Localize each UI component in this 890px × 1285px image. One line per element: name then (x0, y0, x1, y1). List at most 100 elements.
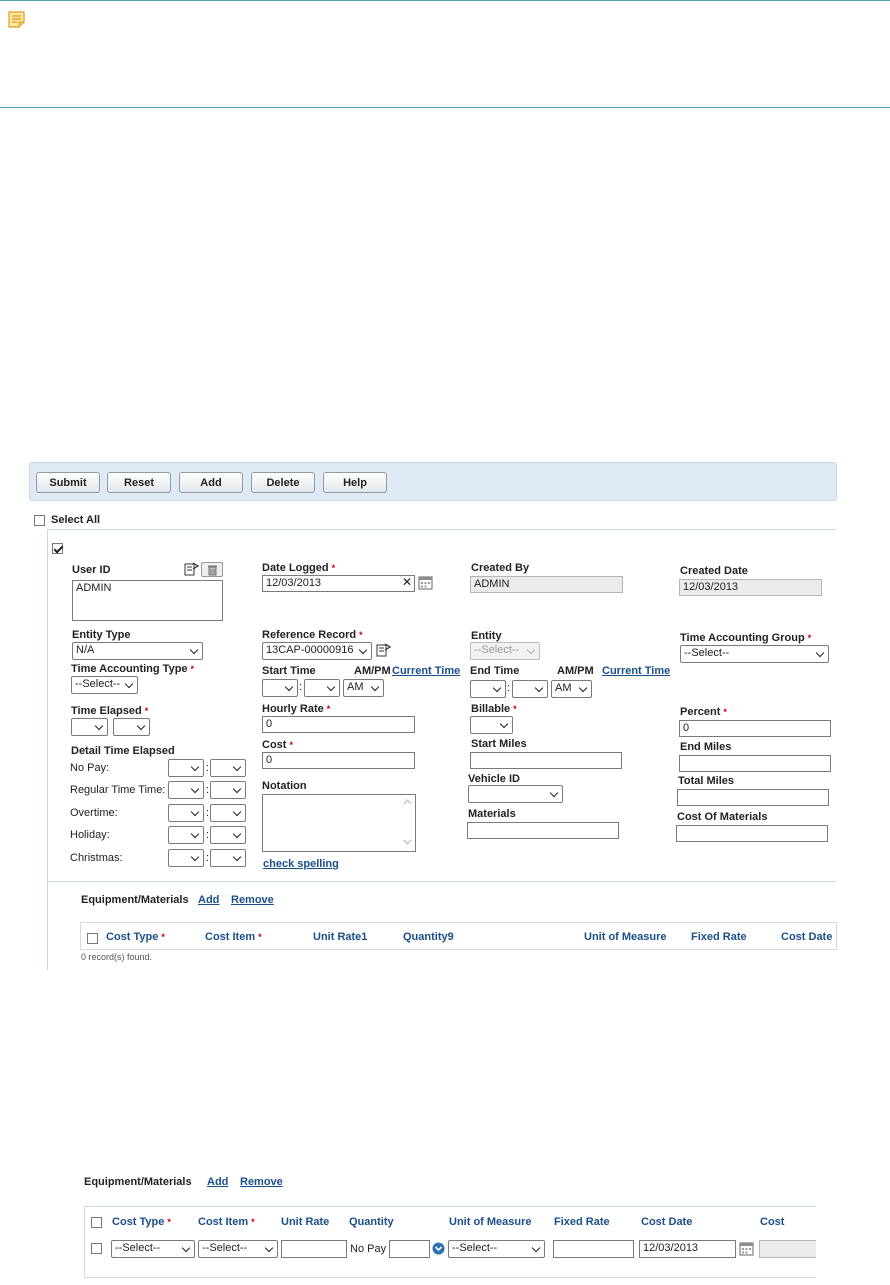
total-miles-input[interactable] (677, 789, 829, 806)
clear-date-icon[interactable]: ✕ (402, 575, 412, 589)
column-header-fixed-rate[interactable]: Fixed Rate (691, 931, 747, 943)
end-current-time-link[interactable]: Current Time (602, 665, 670, 677)
help-button[interactable]: Help (323, 472, 387, 493)
textarea-scrollbar[interactable] (403, 798, 412, 848)
billable-select[interactable] (470, 716, 513, 734)
end-minute-select[interactable] (512, 680, 548, 698)
time-separator: : (206, 807, 210, 819)
holiday-minutes-select[interactable] (210, 826, 246, 844)
overtime-minutes-select[interactable] (210, 804, 246, 822)
column-header-unit-of-measure-2[interactable]: Unit of Measure (449, 1216, 532, 1228)
column-header-cost-date-2[interactable]: Cost Date (641, 1216, 692, 1228)
column-header-quantity[interactable]: Quantity9 (403, 931, 454, 943)
row-checkbox[interactable] (91, 1243, 102, 1254)
equipment-select-all-checkbox-2[interactable] (91, 1217, 102, 1228)
submit-button[interactable]: Submit (36, 472, 100, 493)
clear-user-button[interactable] (201, 562, 223, 577)
end-ampm-select[interactable]: AM (551, 680, 592, 698)
time-accounting-group-select[interactable]: --Select-- (680, 645, 829, 663)
column-header-cost-type[interactable]: Cost Type * (106, 931, 165, 943)
no-pay-minutes-select[interactable] (210, 759, 246, 777)
select-all-checkbox[interactable] (34, 515, 45, 526)
column-header-fixed-rate-2[interactable]: Fixed Rate (554, 1216, 610, 1228)
time-elapsed-minutes-select[interactable] (113, 718, 150, 736)
column-header-quantity-2[interactable]: Quantity (349, 1216, 394, 1228)
reference-record-select[interactable]: 13CAP-00000916 (262, 642, 372, 660)
detail-row-label: Holiday: (70, 829, 110, 841)
notation-textarea[interactable] (262, 794, 416, 852)
equipment-add-link[interactable]: Add (198, 894, 219, 906)
hourly-rate-label: Hourly Rate * (262, 703, 331, 715)
entity-select[interactable]: --Select-- (470, 642, 540, 660)
regular-time-hours-select[interactable] (168, 781, 204, 799)
column-header-unit-rate-2[interactable]: Unit Rate (281, 1216, 329, 1228)
cost-of-materials-input[interactable] (676, 825, 828, 842)
equipment-remove-link-2[interactable]: Remove (240, 1176, 283, 1188)
time-separator: : (299, 681, 303, 693)
start-hour-select[interactable] (262, 679, 298, 697)
add-button[interactable]: Add (179, 472, 243, 493)
vehicle-id-label: Vehicle ID (468, 773, 520, 785)
column-header-cost-date[interactable]: Cost Date (781, 931, 832, 943)
regular-time-minutes-select[interactable] (210, 781, 246, 799)
entity-type-label: Entity Type (72, 629, 131, 641)
row-quantity-prefix: No Pay (350, 1243, 387, 1255)
user-id-field[interactable]: ADMIN (72, 580, 223, 621)
time-accounting-type-select[interactable]: --Select-- (71, 676, 138, 694)
user-lookup-icon[interactable] (184, 562, 200, 576)
overtime-hours-select[interactable] (168, 804, 204, 822)
total-miles-label: Total Miles (678, 775, 735, 787)
billable-label: Billable * (471, 703, 517, 715)
start-minute-select[interactable] (304, 679, 340, 697)
reset-button[interactable]: Reset (107, 472, 171, 493)
row-fixed-rate-input[interactable] (553, 1240, 634, 1258)
row-quantity-input[interactable] (389, 1240, 430, 1258)
cost-input[interactable]: 0 (262, 752, 415, 769)
start-ampm-label: AM/PM (354, 665, 391, 677)
christmas-hours-select[interactable] (168, 849, 204, 867)
calendar-icon[interactable] (739, 1242, 755, 1256)
delete-button[interactable]: Delete (251, 472, 315, 493)
time-accounting-type-label: Time Accounting Type * (71, 663, 195, 675)
row-cost-date-input[interactable]: 12/03/2013 (639, 1240, 736, 1258)
column-header-cost-item-2[interactable]: Cost Item * (198, 1216, 255, 1228)
row-unit-rate-input[interactable] (281, 1240, 347, 1258)
equipment-remove-link[interactable]: Remove (231, 894, 274, 906)
select-all-label: Select All (51, 514, 101, 526)
cost-of-materials-label: Cost Of Materials (677, 811, 768, 823)
column-header-cost-type-2[interactable]: Cost Type * (112, 1216, 171, 1228)
christmas-minutes-select[interactable] (210, 849, 246, 867)
calendar-icon[interactable] (418, 576, 434, 590)
end-hour-select[interactable] (470, 680, 506, 698)
column-header-cost-2[interactable]: Cost (760, 1216, 784, 1228)
start-current-time-link[interactable]: Current Time (392, 665, 460, 677)
notation-label: Notation (262, 780, 307, 792)
start-ampm-select[interactable]: AM (343, 679, 384, 697)
start-miles-input[interactable] (470, 752, 622, 769)
no-pay-hours-select[interactable] (168, 759, 204, 777)
record-lookup-icon[interactable] (376, 643, 392, 657)
expand-circle-icon[interactable] (432, 1242, 445, 1255)
record-top-divider (48, 529, 836, 530)
record-checkbox[interactable] (52, 543, 63, 554)
check-spelling-link[interactable]: check spelling (263, 858, 339, 870)
equipment-add-link-2[interactable]: Add (207, 1176, 228, 1188)
entity-type-select[interactable]: N/A (72, 642, 203, 660)
trash-icon (208, 565, 217, 576)
detail-time-elapsed-label: Detail Time Elapsed (71, 745, 175, 757)
column-header-cost-item[interactable]: Cost Item * (205, 931, 262, 943)
holiday-hours-select[interactable] (168, 826, 204, 844)
date-logged-input[interactable]: 12/03/2013 (262, 575, 415, 592)
time-elapsed-hours-select[interactable] (71, 718, 108, 736)
column-header-unit-rate[interactable]: Unit Rate1 (313, 931, 367, 943)
row-unit-of-measure-select[interactable]: --Select-- (448, 1240, 545, 1258)
end-miles-input[interactable] (679, 755, 831, 772)
vehicle-id-select[interactable] (468, 785, 563, 803)
row-cost-type-select[interactable]: --Select-- (111, 1240, 195, 1258)
materials-input[interactable] (467, 822, 619, 839)
percent-input[interactable]: 0 (679, 720, 831, 737)
row-cost-item-select[interactable]: --Select-- (198, 1240, 278, 1258)
equipment-select-all-checkbox[interactable] (87, 933, 98, 944)
column-header-unit-of-measure[interactable]: Unit of Measure (584, 931, 667, 943)
hourly-rate-input[interactable]: 0 (262, 716, 415, 733)
